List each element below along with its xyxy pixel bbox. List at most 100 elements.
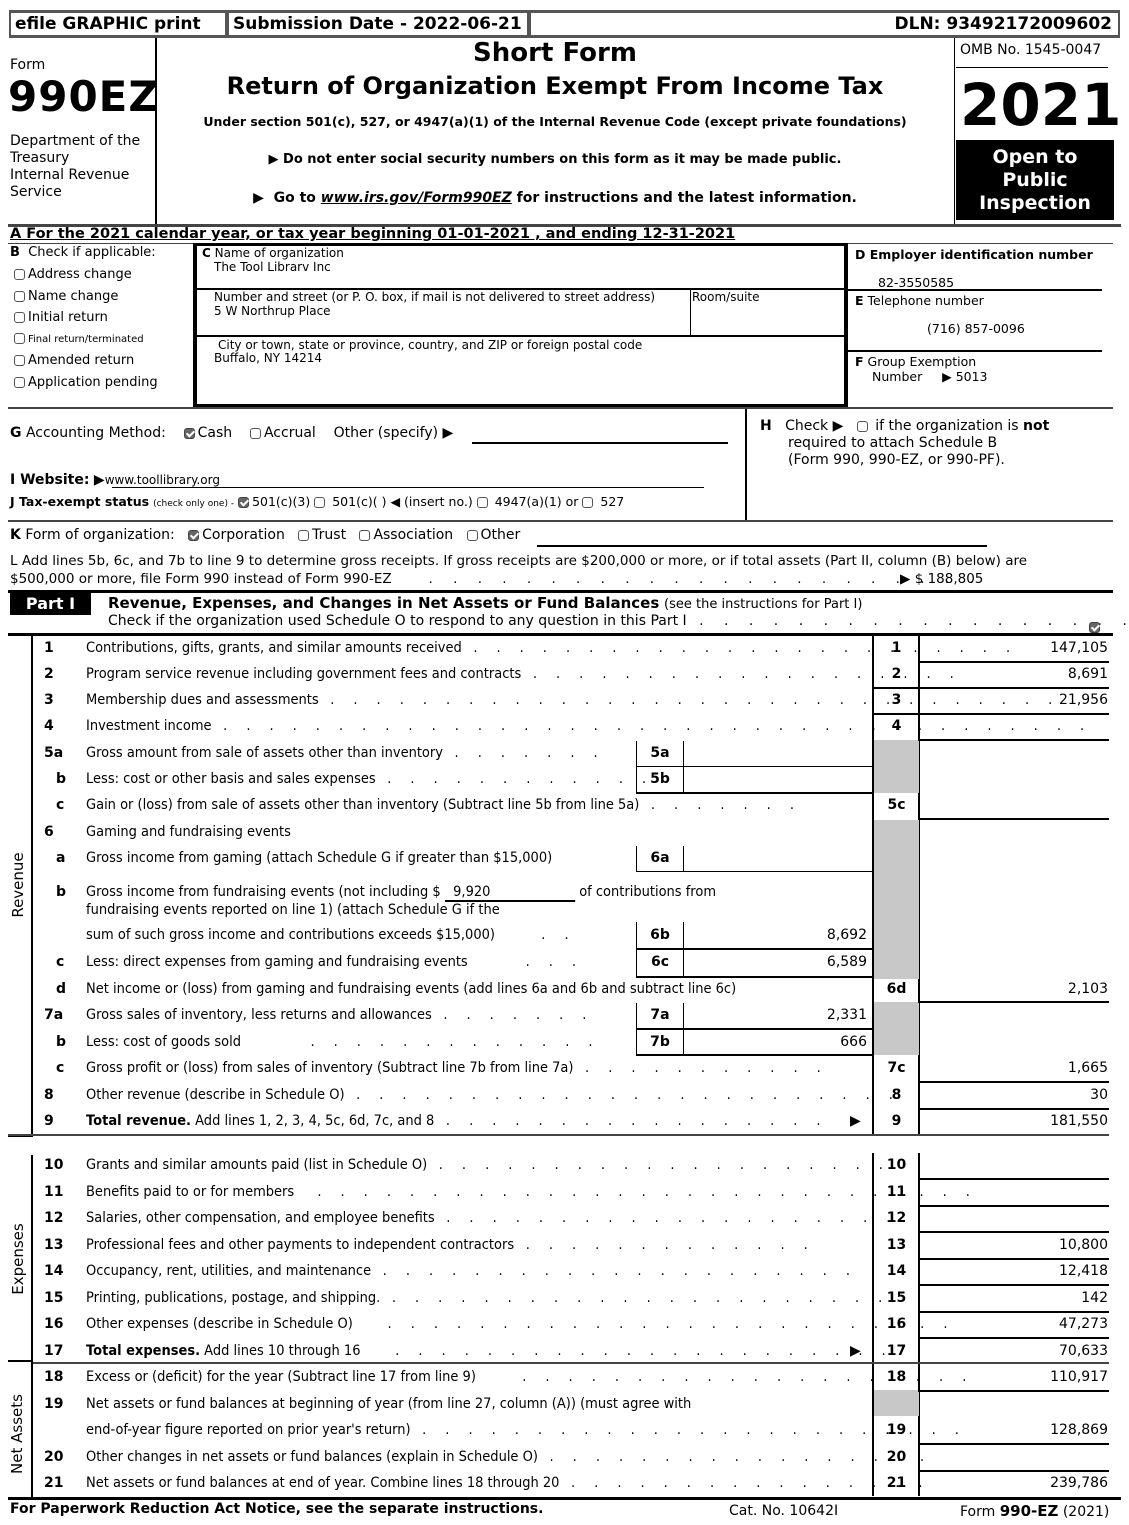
ein-value: 82-3550585 [878, 275, 955, 290]
line-7b-value: 666 [840, 1034, 867, 1050]
line-21: 21 Net assets or fund balances at end of … [44, 1475, 1108, 1491]
checkbox[interactable] [359, 529, 371, 541]
line-6b-desc2: fundraising events reported on line 1) (… [86, 902, 500, 918]
line-21-value: 239,786 [1050, 1475, 1108, 1491]
line-13-value: 10,800 [1059, 1237, 1108, 1253]
arrow-right-icon: ▶ [832, 418, 844, 434]
form-footer-id: Form 990-EZ (2021) [960, 1502, 1110, 1520]
line-5c: c Gain or (loss) from sale of assets othe… [56, 797, 906, 813]
cash-option[interactable]: Cash [183, 425, 232, 441]
checkbox[interactable] [582, 497, 594, 508]
line-16-value: 47,273 [1059, 1316, 1108, 1332]
line-6c: c Less: direct expenses from gaming and f… [56, 954, 867, 970]
arrow-right-icon: ▶ [850, 1343, 861, 1359]
checkbox[interactable] [249, 427, 261, 439]
line-15: 15 Printing, publications, postage, and s… [44, 1290, 1108, 1306]
line-5a: 5a Gross amount from sale of assets other… [44, 745, 670, 761]
line-6a: a Gross income from gaming (attach Schedu… [56, 850, 670, 866]
arrow-right-icon: ▶ [942, 369, 952, 384]
arrow-left-icon: ◀ [390, 494, 401, 509]
line-6b-total: sum of such gross income and contributio… [86, 927, 867, 943]
line-19-cont: end-of-year figure reported on prior yea… [86, 1422, 1108, 1438]
city-value: Buffalo, NY 14214 [214, 351, 323, 365]
checkbox-checked[interactable] [183, 427, 195, 439]
form-of-organization: K Form of organization: Corporation Trus… [10, 527, 521, 543]
org-name-value: The Tool Librarv Inc [214, 260, 331, 274]
line-12: 12 Salaries, other compensation, and empl… [44, 1210, 907, 1226]
checkbox-checked[interactable] [238, 497, 250, 508]
checkbox[interactable] [466, 529, 478, 541]
open-to-public-badge: Open to Public Inspection [956, 140, 1114, 220]
ein-label: D Employer identification number [855, 247, 1093, 262]
total-revenue-value: 181,550 [1050, 1113, 1108, 1129]
total-expenses-value: 70,633 [1059, 1343, 1108, 1359]
checkbox[interactable] [14, 376, 25, 388]
checkbox[interactable] [14, 290, 25, 302]
check-if-applicable: B Check if applicable: [10, 245, 156, 260]
schedule-o-check-line: Check if the organization used Schedule … [108, 613, 1129, 629]
title-main: Return of Organization Exempt From Incom… [226, 72, 884, 100]
checkbox[interactable] [476, 497, 488, 508]
tax-year: 2021 [960, 71, 1122, 139]
street-value: 5 W Northrup Place [214, 304, 331, 318]
initial-return-option[interactable]: Initial return [14, 307, 158, 329]
title-short-form: Short Form [473, 38, 637, 68]
tax-year-line: A For the 2021 calendar year, or tax yea… [10, 226, 736, 242]
part-i-title: Revenue, Expenses, and Changes in Net As… [108, 594, 863, 612]
line-1-value: 147,105 [1050, 640, 1108, 656]
final-return-option[interactable]: Final return/terminated [14, 329, 158, 351]
line-1: 1 Contributions, gifts, grants, and simil… [44, 640, 1108, 656]
line-8-value: 30 [1090, 1087, 1108, 1103]
checkbox[interactable] [14, 355, 25, 366]
gross-receipts-line1: L Add lines 5b, 6c, and 7b to line 9 to … [10, 553, 1028, 569]
arrow-right-icon: ▶ [93, 472, 105, 488]
line-10: 10 Grants and similar amounts paid (list … [44, 1157, 907, 1173]
omb-number: OMB No. 1545-0047 [960, 42, 1102, 58]
part-i-tag: Part I [10, 593, 91, 615]
line-11: 11 Benefits paid to or for members . . . … [44, 1184, 978, 1200]
form-number: 990EZ [8, 72, 160, 121]
dln: DLN: 93492172009602 [531, 13, 1118, 35]
department: Department of the Treasury Internal Revenu… [10, 133, 141, 200]
amended-return-option[interactable]: Amended return [14, 350, 158, 372]
line-3: 3 Membership dues and assessments . . . .… [44, 692, 1108, 708]
org-name-label: C Name of organization [202, 246, 344, 260]
checkbox[interactable] [14, 269, 25, 280]
checkbox[interactable] [14, 333, 25, 344]
checkbox[interactable] [14, 312, 25, 323]
line-20: 20 Other changes in net assets or fund ba… [44, 1449, 932, 1465]
irs-link[interactable]: www.irs.gov/Form990EZ [321, 190, 512, 206]
checkbox[interactable] [298, 529, 310, 541]
line-6b-value: 8,692 [826, 927, 867, 943]
line-6c-value: 6,589 [826, 954, 867, 970]
application-pending-option[interactable]: Application pending [14, 372, 158, 394]
phone-label: E Telephone number [855, 293, 984, 308]
line-2-value: 8,691 [1067, 666, 1108, 682]
line-7c: c Gross profit or (loss) from sales of in… [56, 1060, 1108, 1076]
ssn-notice: ▶ Do not enter social security numbers o… [268, 152, 842, 167]
website-value: www.toollibrary.org [104, 473, 220, 487]
accrual-option[interactable]: Accrual [249, 425, 316, 441]
name-change-option[interactable]: Name change [14, 286, 158, 308]
group-exemption-number: Number ▶ 5013 [872, 369, 988, 384]
paperwork-notice: For Paperwork Reduction Act Notice, see … [10, 1501, 544, 1517]
line-14: 14 Occupancy, rent, utilities, and mainte… [44, 1263, 1108, 1279]
gross-receipts-value: ▶ $ 188,805 [900, 571, 984, 587]
line-13: 13 Professional fees and other payments t… [44, 1237, 1108, 1253]
line-4: 4 Investment income . . . . . . . . . . .… [44, 718, 1092, 734]
schedule-o-checkbox[interactable] [1089, 622, 1100, 633]
line-3-value: 21,956 [1059, 692, 1108, 708]
instructions-notice: ▶ Go to www.irs.gov/Form990EZ for instru… [253, 190, 857, 206]
checkbox[interactable] [314, 497, 326, 508]
accounting-method: G Accounting Method: Cash Accrual Other … [10, 425, 454, 441]
website: I Website: ▶www.toollibrary.org [10, 472, 220, 488]
line-7c-value: 1,665 [1067, 1060, 1108, 1076]
address-change-option[interactable]: Address change [14, 264, 158, 286]
phone-value: (716) 857-0096 [927, 321, 1025, 336]
checkbox-checked[interactable] [188, 529, 200, 541]
line-18-value: 110,917 [1050, 1369, 1108, 1385]
line-6d-value: 2,103 [1067, 981, 1108, 997]
subtitle: Under section 501(c), 527, or 4947(a)(1)… [203, 114, 907, 129]
checkbox[interactable] [856, 420, 868, 432]
city-label: City or town, state or province, country… [218, 338, 643, 352]
